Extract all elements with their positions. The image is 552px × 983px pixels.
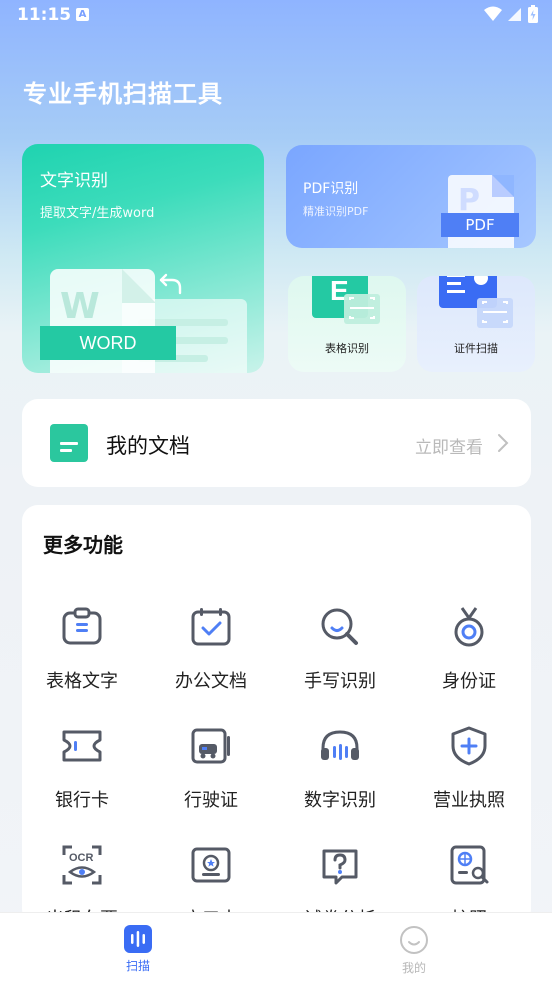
tab-mine-label: 我的 [401,961,426,975]
feature-label: 数字识别 [304,790,376,811]
headphones-icon [321,730,359,760]
feature-handwriting[interactable]: 手写识别 [280,605,400,693]
more-features-panel: 更多功能 表格文字 办公文档 手写识别 身份证 银行卡 行驶证 数字识别 营业执… [22,505,531,930]
my-documents-row[interactable]: 我的文档 立即查看 [22,399,531,487]
id-scan-card[interactable]: 证件扫描 [417,276,535,372]
document-fold [122,269,156,303]
tab-scan-label: 扫描 [125,959,150,973]
magnifier-icon [321,608,358,645]
document-icon [50,424,88,462]
signal-icon [508,8,521,21]
feature-label: 表格文字 [46,671,118,692]
bottom-tab-bar: 扫描 我的 [0,912,552,983]
my-documents-title: 我的文档 [106,434,190,458]
feature-vehicle-license[interactable]: 行驶证 [151,724,271,812]
excel-scan-icon: E [312,276,380,324]
shield-plus-icon [451,726,487,766]
tab-mine[interactable]: 我的 [374,925,454,976]
feature-label: 办公文档 [175,671,247,692]
battery-icon [528,5,538,23]
table-recognition-label: 表格识别 [325,342,369,355]
ocr-eye-icon: OCR [62,845,102,885]
notification-a-icon: A [76,8,89,21]
status-bar: 11:15 A [0,0,552,32]
tab-scan[interactable]: 扫描 [98,925,178,974]
id-card-scan-icon [439,276,513,328]
smile-face-icon [400,926,428,954]
table-recognition-card[interactable]: E 表格识别 [288,276,406,372]
feature-id-card[interactable]: 身份证 [409,605,529,693]
pdf-recognition-title: PDF识别 [303,181,359,197]
id-scan-label: 证件扫描 [454,342,498,355]
view-now-link[interactable]: 立即查看 [415,433,483,458]
feature-label: 手写识别 [304,671,376,692]
bank-card-icon [62,730,102,762]
feature-office-docs[interactable]: 办公文档 [151,605,271,693]
feature-business-license[interactable]: 营业执照 [409,724,529,812]
text-recognition-subtitle: 提取文字/生成word [40,206,155,221]
page-title: 专业手机扫描工具 [23,80,223,108]
vehicle-license-icon [191,728,230,764]
calendar-check-icon [191,608,231,646]
passport-icon [450,845,489,885]
wifi-icon [484,6,502,21]
pdf-sheet-illustration: P [448,175,514,248]
pdf-badge: PDF [441,213,519,237]
certificate-icon [191,847,231,883]
text-recognition-title: 文字识别 [40,171,108,191]
more-features-heading: 更多功能 [43,533,123,557]
scan-tab-icon [124,925,152,953]
word-badge: WORD [40,326,176,360]
clipboard-icon [62,607,102,645]
svg-text:OCR: OCR [69,852,94,864]
feature-label: 银行卡 [55,790,109,811]
feature-label: 身份证 [442,671,496,692]
question-icon [322,849,358,885]
chevron-right-icon [498,434,509,452]
feature-number-recognition[interactable]: 数字识别 [280,724,400,812]
pdf-recognition-subtitle: 精准识别PDF [303,205,369,218]
medal-icon [454,607,484,647]
feature-table-text[interactable]: 表格文字 [22,605,142,693]
feature-label: 行驶证 [184,790,238,811]
text-recognition-card[interactable]: 文字识别 提取文字/生成word W WORD [22,144,264,373]
word-watermark: W [60,286,100,327]
feature-label: 营业执照 [433,790,505,811]
status-time: 11:15 [17,5,72,25]
feature-bank-card[interactable]: 银行卡 [22,724,142,812]
pdf-recognition-card[interactable]: PDF识别 精准识别PDF P PDF [286,145,536,248]
return-arrow-icon [159,273,182,295]
status-right [484,5,538,23]
